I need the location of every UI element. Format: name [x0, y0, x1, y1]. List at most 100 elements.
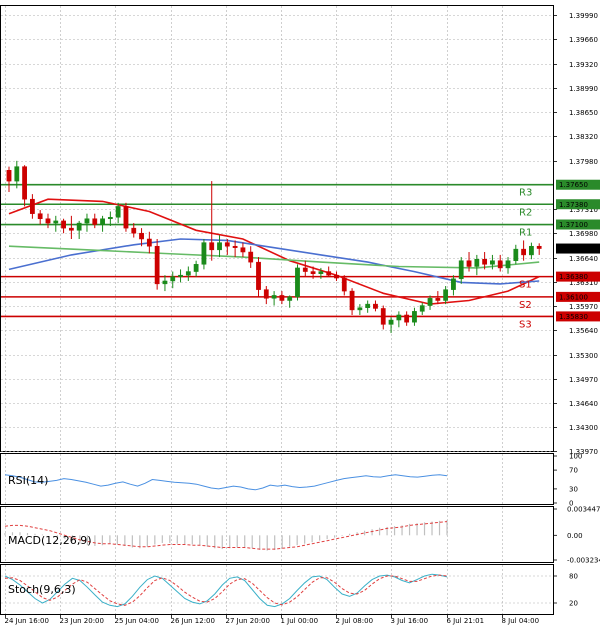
candle-body	[318, 271, 324, 274]
candle-body	[302, 267, 308, 272]
candle-body	[29, 198, 35, 214]
candle-body	[482, 259, 488, 265]
stoch-tick-label: 20	[569, 600, 578, 608]
candle-body	[295, 267, 300, 298]
candle-body	[396, 314, 402, 321]
trading-chart: 1.39990 1.39660 1.39320 1.38990 1.38650 1.383…	[0, 0, 600, 629]
candle-body	[170, 276, 176, 282]
candle-body	[497, 260, 503, 269]
level-name-s2: S2	[519, 300, 532, 311]
candle-body	[458, 260, 464, 280]
candle-body	[373, 303, 378, 309]
candle-body	[248, 251, 254, 263]
candle-body	[341, 277, 347, 292]
price-tick-label: 1.39320	[569, 61, 598, 69]
level-price-label: 1.37380	[559, 201, 588, 209]
candle-body	[412, 311, 417, 323]
price-tick-label: 1.39660	[569, 36, 598, 44]
candle-body	[209, 242, 215, 251]
time-label: 27 Jun 20:00	[226, 617, 270, 625]
price-tick-label: 1.37980	[569, 158, 598, 166]
price-tick-label: 1.36640	[569, 255, 598, 263]
macd-tick-label: 0.003447	[567, 506, 600, 514]
time-label: 24 Jun 16:00	[5, 617, 49, 625]
candle-body	[513, 248, 519, 261]
time-label: 1 Jul 00:00	[281, 617, 319, 625]
time-label: 3 Jul 16:00	[391, 617, 429, 625]
candle-body	[474, 259, 480, 267]
candle-body	[349, 290, 355, 311]
stoch-tick-label: 80	[569, 573, 578, 581]
candle-body	[45, 218, 51, 224]
candle-body	[427, 298, 433, 306]
candle-body	[388, 319, 394, 325]
candle-body	[224, 242, 230, 247]
candle-body	[521, 248, 527, 256]
candle-body	[287, 296, 293, 301]
level-price-label: 1.35830	[559, 313, 588, 321]
macd-tick-label: -0.003234	[567, 557, 600, 565]
current-price-label: 1.36768	[559, 245, 588, 253]
price-tick-label: 1.35300	[569, 352, 598, 360]
level-price-label: 1.36380	[559, 273, 588, 281]
candle-body	[435, 298, 441, 301]
candle-body	[404, 314, 410, 323]
level-name-s3: S3	[519, 319, 532, 330]
price-tick-label: 1.35970	[569, 303, 598, 311]
candle-body	[22, 166, 27, 200]
candle-body	[271, 295, 277, 299]
candle-body	[529, 245, 534, 256]
candle-body	[185, 271, 191, 276]
candle-body	[123, 206, 129, 229]
level-price-label: 1.37100	[559, 221, 588, 229]
candle-body	[240, 247, 246, 253]
time-label: 25 Jun 04:00	[115, 617, 159, 625]
candle-body	[365, 303, 371, 308]
candle-body	[256, 261, 261, 290]
candle-body	[193, 264, 199, 272]
level-name-r1: R1	[519, 228, 532, 239]
level-name-r3: R3	[519, 188, 532, 199]
candle-body	[76, 222, 82, 231]
price-tick-label: 1.34970	[569, 376, 598, 384]
macd-tick-label: 0.00	[567, 532, 583, 540]
candle-body	[146, 238, 152, 247]
rsi-tick-label: 70	[569, 467, 578, 475]
candle-body	[380, 308, 386, 325]
candle-body	[279, 295, 285, 301]
candle-body	[131, 227, 137, 234]
candle-body	[92, 218, 98, 225]
candle-body	[201, 242, 207, 265]
time-label: 26 Jun 12:00	[171, 617, 215, 625]
level-price-label: 1.37650	[559, 181, 588, 189]
rsi-label: RSI(14)	[8, 474, 48, 487]
time-label: 23 Jun 20:00	[60, 617, 104, 625]
candle-body	[443, 289, 449, 301]
candle-body	[217, 242, 222, 251]
price-tick-label: 1.39990	[569, 12, 598, 20]
level-name-r2: R2	[519, 207, 532, 218]
candle-body	[505, 260, 511, 269]
macd-label: MACD(12,26,9)	[8, 534, 92, 547]
price-tick-label: 1.38990	[569, 85, 598, 93]
candle-body	[139, 232, 144, 240]
candle-body	[178, 274, 183, 277]
candle-body	[310, 271, 316, 274]
rsi-tick-label: 100	[569, 453, 582, 461]
price-tick-label: 1.38320	[569, 133, 598, 141]
level-name-s1: S1	[519, 280, 532, 291]
candle-body	[37, 213, 43, 219]
time-label: 2 Jul 08:00	[336, 617, 374, 625]
stoch-label: Stoch(9,6,3)	[8, 583, 76, 596]
price-tick-label: 1.34640	[569, 400, 598, 408]
candle-body	[263, 289, 269, 299]
candle-body	[419, 305, 425, 312]
price-tick-label: 1.34300	[569, 424, 598, 432]
candle-body	[334, 274, 339, 279]
time-label: 8 Jul 04:00	[502, 617, 540, 625]
rsi-tick-label: 30	[569, 485, 578, 493]
candle-body	[107, 217, 113, 219]
candle-body	[490, 260, 495, 265]
time-label: 6 Jul 21:01	[447, 617, 485, 625]
candle-body	[115, 206, 121, 218]
